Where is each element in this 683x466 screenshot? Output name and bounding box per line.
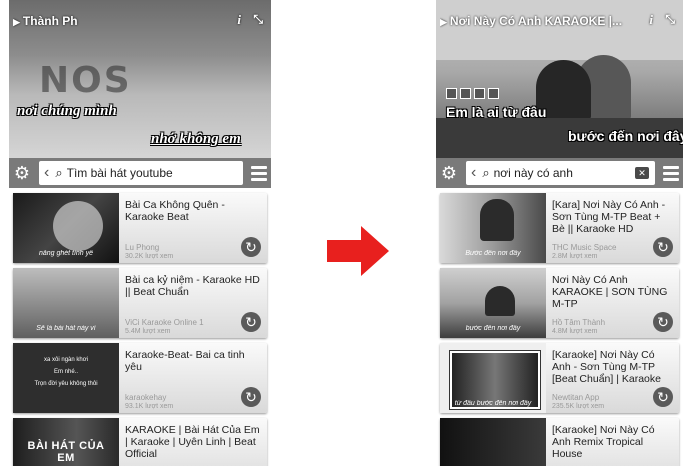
channel-name: Hồ Tâm Thành (552, 318, 606, 327)
play-icon[interactable]: ▶ (13, 17, 20, 27)
play-icon[interactable]: ▶ (440, 17, 447, 27)
back-chevron-icon[interactable]: ‹ (39, 164, 53, 182)
reload-icon[interactable]: ↻ (653, 387, 673, 407)
channel-name: THC Music Space (552, 243, 617, 252)
gear-icon[interactable]: ⚙ (436, 163, 462, 184)
list-item[interactable]: bước đến nơi đây Nơi Này Có Anh KARAOKE … (440, 268, 679, 338)
thumbnail-caption: từ đâu bước đến nơi đây (454, 400, 532, 407)
search-toolbar: ⚙ ‹ ⌕ nơi này có anh ✕ (436, 158, 683, 188)
video-title: ▶ Nơi Này Có Anh KARAOKE |... (440, 14, 640, 28)
reload-icon[interactable]: ↻ (241, 387, 261, 407)
thumbnail: xa xôi ngàn khơi Em nhé.. Trọn đời yêu k… (13, 343, 119, 413)
reload-icon[interactable]: ↻ (653, 237, 673, 257)
video-player[interactable]: NOS ▶ Thành Ph i ⤡ nơi chúng mình nhớ khô… (9, 0, 271, 158)
gear-icon[interactable]: ⚙ (9, 163, 35, 184)
reload-icon[interactable]: ↻ (241, 237, 261, 257)
view-count: 4.8M lượt xem (552, 328, 598, 335)
thumbnail-text: Em nhé.. (53, 369, 78, 375)
thumbnail-caption: Sẽ là bài hát này vì (36, 325, 96, 332)
video-title: ▶ Thành Ph (13, 14, 213, 28)
list-item[interactable]: Sẽ là bài hát này vì Bài ca kỷ niệm - Ka… (13, 268, 267, 338)
search-placeholder: Tìm bài hát youtube (66, 166, 173, 180)
video-title-text: Thành Ph (22, 14, 78, 28)
video-title: [Karaoke] Nơi Này Có Anh - Sơn Tùng M-TP… (552, 349, 661, 386)
thumbnail (440, 418, 546, 466)
view-count: 235.5K lượt xem (552, 403, 605, 410)
menu-icon[interactable] (659, 165, 683, 181)
clear-icon[interactable]: ✕ (635, 167, 649, 179)
video-list: nắng ghét tình yê Bài Ca Không Quên - Ka… (9, 188, 271, 466)
search-input[interactable]: ‹ ⌕ Tìm bài hát youtube (39, 161, 243, 185)
thumbnail-caption: Bước đến nơi đây (465, 250, 521, 257)
channel-name: karaokehay (125, 393, 167, 402)
video-title: Karaoke-Beat- Bai ca tinh yêu (125, 349, 245, 373)
search-icon: ⌕ (482, 165, 490, 180)
search-query: nơi này có anh (493, 166, 573, 180)
karaoke-indicator (446, 88, 499, 99)
thumbnail: nắng ghét tình yê (13, 193, 119, 263)
thumbnail-caption: bước đến nơi đây (465, 325, 521, 332)
reload-icon[interactable]: ↻ (653, 312, 673, 332)
info-icon[interactable]: i (237, 12, 241, 28)
view-count: 30.2K lượt xem (125, 253, 174, 260)
video-title: [Karaoke] Nơi Này Có Anh Remix Tropical … (552, 424, 655, 460)
info-icon[interactable]: i (649, 12, 653, 28)
list-item[interactable]: xa xôi ngàn khơi Em nhé.. Trọn đời yêu k… (13, 343, 267, 413)
thumbnail-text: xa xôi ngàn khơi (44, 357, 88, 363)
menu-icon[interactable] (247, 165, 271, 181)
video-list: Bước đến nơi đây [Kara] Nơi Này Có Anh -… (436, 188, 683, 466)
video-title-text: Nơi Này Có Anh KARAOKE |... (449, 14, 623, 28)
search-input[interactable]: ‹ ⌕ nơi này có anh ✕ (466, 161, 655, 185)
channel-name: Lu Phong (125, 243, 160, 252)
reload-icon[interactable]: ↻ (241, 312, 261, 332)
search-icon: ⌕ (55, 165, 63, 180)
thumbnail: bước đến nơi đây (440, 268, 546, 338)
thumbnail: Bước đến nơi đây (440, 193, 546, 263)
list-item[interactable]: từ đâu bước đến nơi đây [Karaoke] Nơi Nà… (440, 343, 679, 413)
thumbnail: BÀI HÁT CỦA EM (13, 418, 119, 466)
search-toolbar: ⚙ ‹ ⌕ Tìm bài hát youtube (9, 158, 271, 188)
thumbnail: từ đâu bước đến nơi đây (440, 343, 546, 413)
view-count: 5.4M lượt xem (125, 328, 171, 335)
view-count: 93.1K lượt xem (125, 403, 174, 410)
lyrics-line: nhớ không em (151, 131, 241, 147)
list-item[interactable]: BÀI HÁT CỦA EM KARAOKE | Bài Hát Của Em … (13, 418, 267, 466)
video-title: Nơi Này Có Anh KARAOKE | SƠN TÙNG M-TP (552, 274, 668, 310)
video-title: Bài ca kỷ niệm - Karaoke HD || Beat Chuẩ… (125, 274, 260, 298)
channel-name: Newtitan App (552, 393, 600, 402)
left-app-screen: NOS ▶ Thành Ph i ⤡ nơi chúng mình nhớ khô… (9, 0, 271, 466)
video-title: Bài Ca Không Quên - Karaoke Beat (125, 199, 225, 223)
back-chevron-icon[interactable]: ‹ (466, 164, 480, 182)
fullscreen-icon[interactable]: ⤡ (665, 12, 675, 27)
right-app-screen: ▶ Nơi Này Có Anh KARAOKE |... i ⤡ Em là a… (436, 0, 683, 466)
thumbnail-caption: BÀI HÁT CỦA EM (27, 440, 105, 464)
view-count: 2.8M lượt xem (552, 253, 598, 260)
lyrics-line: nơi chúng mình (17, 103, 117, 119)
list-item[interactable]: nắng ghét tình yê Bài Ca Không Quên - Ka… (13, 193, 267, 263)
right-arrow-icon (327, 226, 389, 276)
list-item[interactable]: Bước đến nơi đây [Kara] Nơi Này Có Anh -… (440, 193, 679, 263)
thumbnail: Sẽ là bài hát này vì (13, 268, 119, 338)
lyrics-line: Em là ai từ đâu (446, 104, 547, 120)
thumbnail-caption: nắng ghét tình yê (38, 250, 94, 257)
thumbnail-text: Trọn đời yêu không thôi (34, 381, 98, 387)
channel-name: ViCi Karaoke Online 1 (125, 318, 204, 327)
video-title: [Kara] Nơi Này Có Anh - Sơn Tùng M-TP Be… (552, 199, 666, 235)
fullscreen-icon[interactable]: ⤡ (253, 12, 263, 27)
list-item[interactable]: [Karaoke] Nơi Này Có Anh Remix Tropical … (440, 418, 679, 466)
video-title: KARAOKE | Bài Hát Của Em | Karaoke | Uyê… (125, 424, 260, 460)
lyrics-line: bước đến nơi đây (568, 128, 683, 144)
video-player[interactable]: ▶ Nơi Này Có Anh KARAOKE |... i ⤡ Em là a… (436, 0, 683, 158)
